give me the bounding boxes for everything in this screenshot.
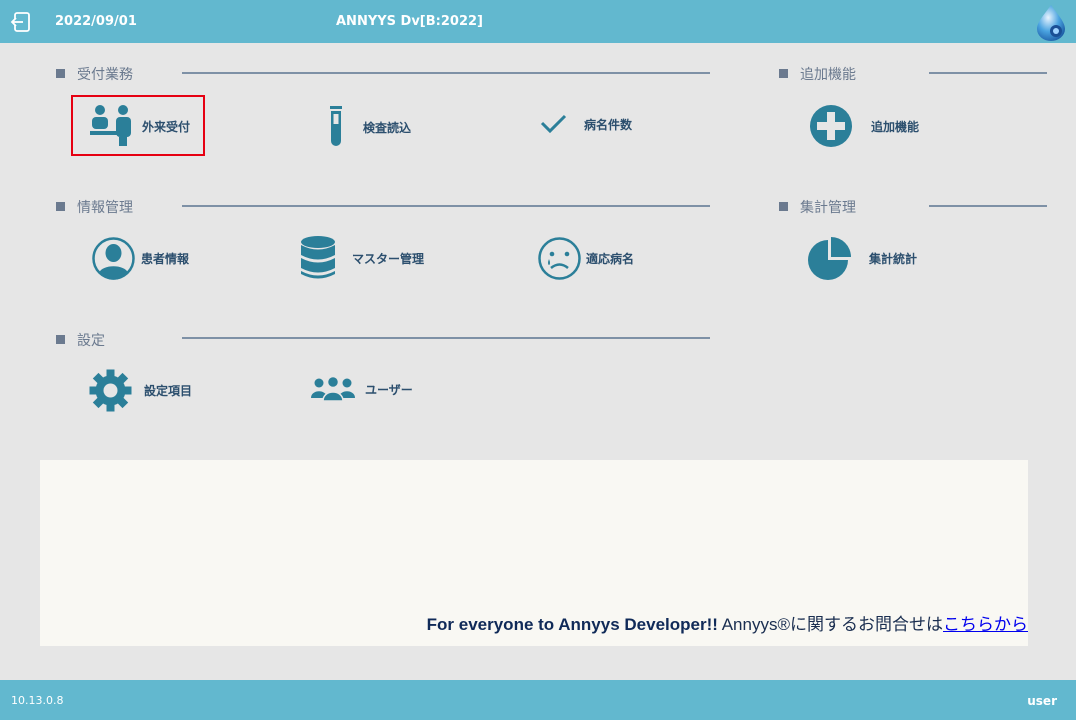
logout-icon[interactable] xyxy=(10,11,32,33)
selection-highlight xyxy=(71,95,205,156)
section-marker xyxy=(779,202,788,211)
notice-panel: For everyone to Annyys Developer!! Annyy… xyxy=(40,460,1028,646)
plus-circle-icon xyxy=(810,105,852,147)
statistics-button[interactable]: 集計統計 xyxy=(808,236,917,280)
section-divider xyxy=(182,205,710,207)
users-icon xyxy=(311,376,355,402)
section-title-reception: 受付業務 xyxy=(56,64,133,84)
settings-items-button[interactable]: 設定項目 xyxy=(89,369,192,412)
app-title: ANNYYS Dv[B:2022] xyxy=(336,14,483,29)
bottom-bar: 10.13.0.8 user xyxy=(0,680,1076,720)
section-label: 追加機能 xyxy=(800,67,856,83)
notice-text: For everyone to Annyys Developer!! Annyy… xyxy=(427,610,1028,635)
section-title-settings: 設定 xyxy=(56,330,105,350)
patient-info-button[interactable]: 患者情報 xyxy=(92,237,189,280)
current-user: user xyxy=(1027,694,1057,708)
section-marker xyxy=(56,202,65,211)
additional-feature-button[interactable]: 追加機能 xyxy=(809,104,919,148)
section-label: 集計管理 xyxy=(800,200,856,216)
master-management-label: マスター管理 xyxy=(352,251,425,266)
statistics-label: 集計統計 xyxy=(869,251,918,266)
sad-face-icon xyxy=(538,237,581,280)
database-icon xyxy=(301,236,335,279)
version-label: 10.13.0.8 xyxy=(11,694,64,707)
header-date: 2022/09/01 xyxy=(55,14,137,29)
additional-feature-label: 追加機能 xyxy=(871,119,920,134)
section-divider xyxy=(182,72,710,74)
disease-count-button[interactable]: 病名件数 xyxy=(539,110,632,138)
patient-icon xyxy=(92,237,135,280)
section-marker xyxy=(779,69,788,78)
section-label: 設定 xyxy=(77,333,105,349)
disease-count-label: 病名件数 xyxy=(584,117,633,132)
section-label: 情報管理 xyxy=(77,200,133,216)
proper-disease-label: 適応病名 xyxy=(586,252,635,266)
section-divider xyxy=(929,205,1047,207)
app-logo-icon xyxy=(1037,5,1065,41)
notice-heading: For everyone to Annyys Developer!! xyxy=(426,615,718,634)
proper-disease-button[interactable]: 適応病名 xyxy=(538,237,634,280)
settings-items-label: 設定項目 xyxy=(144,384,193,398)
section-divider xyxy=(929,72,1047,74)
section-title-additional: 追加機能 xyxy=(779,64,856,84)
contact-link[interactable]: こちらから xyxy=(943,615,1028,634)
notice-message: Annyys®に関するお問合せは xyxy=(717,615,943,634)
patient-info-label: 患者情報 xyxy=(141,252,190,266)
section-divider xyxy=(182,337,710,339)
section-marker xyxy=(56,69,65,78)
section-title-aggregate: 集計管理 xyxy=(779,197,856,217)
section-label: 受付業務 xyxy=(77,67,133,83)
top-bar: 2022/09/01 ANNYYS Dv[B:2022] xyxy=(0,0,1076,43)
users-label: ユーザー xyxy=(365,382,413,397)
master-management-button[interactable]: マスター管理 xyxy=(300,236,424,280)
gear-icon xyxy=(89,369,132,412)
users-button[interactable]: ユーザー xyxy=(311,376,413,402)
section-title-info: 情報管理 xyxy=(56,197,133,217)
lab-import-button[interactable]: 検査読込 xyxy=(329,105,411,149)
lab-import-label: 検査読込 xyxy=(363,120,412,135)
section-marker xyxy=(56,335,65,344)
test-tube-icon xyxy=(330,106,342,146)
checkmark-icon xyxy=(540,114,567,134)
pie-chart-icon xyxy=(808,237,851,280)
